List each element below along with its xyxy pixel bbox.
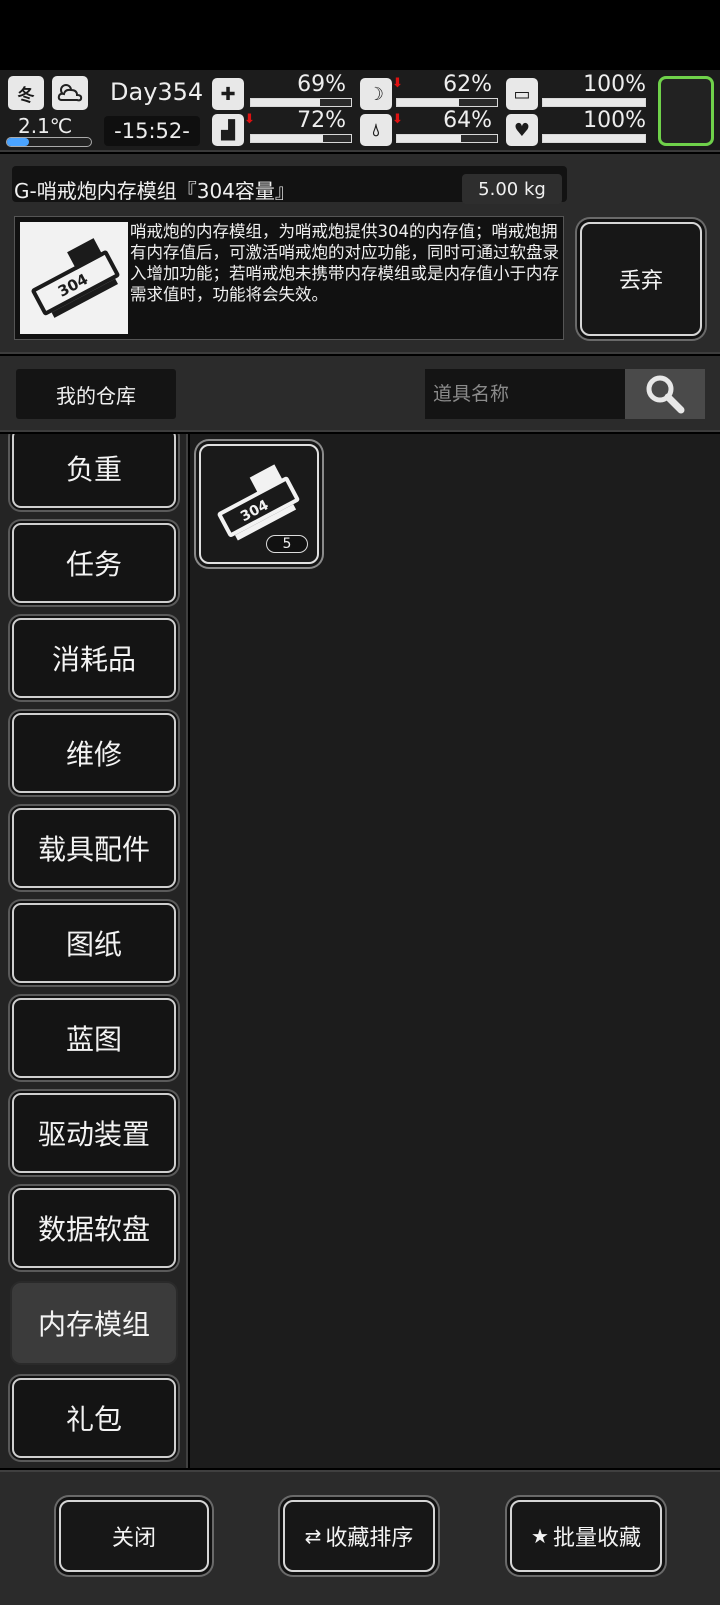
warehouse-title: 我的仓库: [16, 369, 176, 419]
mood-percent: 100%: [583, 108, 646, 133]
energy-percent: 100%: [583, 72, 646, 97]
item-title: G-哨戒炮内存模组『304容量』: [14, 179, 295, 203]
category-tab[interactable]: 维修: [12, 713, 176, 793]
clock-time: -15:52-: [114, 118, 190, 143]
category-tab[interactable]: 任务: [12, 523, 176, 603]
season-icon: 冬: [8, 76, 44, 110]
hunger-percent: 62%: [443, 72, 492, 97]
close-button[interactable]: 关闭: [59, 1500, 209, 1572]
close-button-label: 关闭: [111, 1526, 156, 1551]
water-drop-icon: 💧︎: [360, 114, 392, 146]
item-count-badge: 5: [266, 535, 308, 553]
category-tab[interactable]: 载具配件: [12, 808, 176, 888]
item-description: 哨戒炮的内存模组，为哨戒炮提供304的内存值；哨戒炮拥有内存值后，可激活哨戒炮的…: [130, 222, 559, 304]
favorite-sort-label: 收藏排序: [325, 1526, 414, 1551]
mood-bar: [542, 134, 646, 143]
favorite-sort-button[interactable]: ⇄ 收藏排序: [283, 1500, 435, 1572]
system-status-bar: [0, 0, 720, 70]
temperature-readout: 2.1℃: [18, 114, 73, 138]
batch-favorite-label: 批量收藏: [552, 1526, 641, 1551]
health-percent: 69%: [297, 72, 346, 97]
hunger-bar: [396, 98, 498, 107]
temperature-bar: [6, 137, 92, 147]
thirst-bar: [396, 134, 498, 143]
category-tab[interactable]: 驱动装置: [12, 1093, 176, 1173]
item-weight: 5.00 kg: [462, 174, 562, 204]
discard-button[interactable]: 丢弃: [580, 222, 702, 336]
batch-favorite-button[interactable]: ★ 批量收藏: [510, 1500, 662, 1572]
battery-icon: ▭: [506, 78, 538, 110]
weather-cloud-icon: [52, 76, 88, 110]
season-label: 冬: [17, 85, 35, 106]
stamina-percent: 72%: [297, 108, 346, 133]
search-button[interactable]: [625, 369, 705, 419]
category-tab[interactable]: 图纸: [12, 903, 176, 983]
category-tab[interactable]: 消耗品: [12, 618, 176, 698]
energy-bar: [542, 98, 646, 107]
category-tab[interactable]: 数据软盘: [12, 1188, 176, 1268]
category-tab[interactable]: 礼包: [12, 1378, 176, 1458]
swap-arrows-icon: ⇄: [304, 1524, 322, 1548]
category-tab[interactable]: 负重: [12, 434, 176, 508]
category-tab-active[interactable]: 内存模组: [12, 1283, 176, 1363]
medkit-icon: ✚: [212, 78, 244, 110]
heart-icon: ♥: [506, 114, 538, 146]
search-icon: [646, 375, 685, 414]
thirst-percent: 64%: [443, 108, 492, 133]
item-thumbnail: 304: [20, 222, 128, 334]
category-sidebar[interactable]: 负重 任务 消耗品 维修 载具配件 图纸 蓝图 驱动装置 数据软盘 内存模组 礼…: [0, 434, 188, 1468]
memory-module-icon: 304: [31, 238, 120, 318]
category-tab[interactable]: 蓝图: [12, 998, 176, 1078]
item-search-input[interactable]: [425, 369, 625, 419]
star-icon: ★: [531, 1524, 549, 1548]
equipped-slot-button[interactable]: [658, 76, 714, 146]
day-counter: Day354: [110, 78, 204, 106]
clock-box: -15:52-: [104, 116, 200, 146]
item-grid: [190, 434, 720, 1468]
stamina-bar: [250, 134, 352, 143]
health-bar: [250, 98, 352, 107]
stomach-icon: ☽: [360, 78, 392, 110]
boot-icon: ▟: [212, 114, 244, 146]
